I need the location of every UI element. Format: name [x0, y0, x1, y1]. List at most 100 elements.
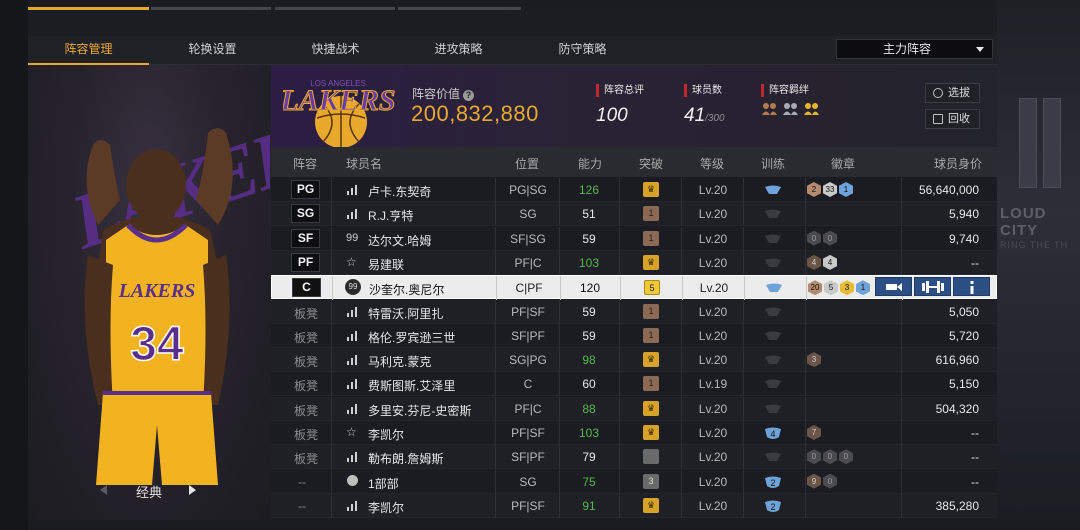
bond-icons[interactable]: [761, 101, 820, 116]
table-row[interactable]: 板凳 多里安.芬尼-史密斯 PF|C 88 ♛ Lv.20 504,320: [271, 396, 997, 421]
player-count: 41/300: [684, 105, 725, 127]
badge-hexagon: 1: [839, 182, 853, 197]
table-row[interactable]: SG R.J.亨特 SG 51 1 Lv.20 5,940: [271, 202, 997, 227]
slot-position[interactable]: SF: [291, 228, 320, 248]
player-name[interactable]: 特雷沃.阿里扎: [368, 305, 443, 322]
stats-bars-icon: [347, 403, 357, 414]
breakthrough-badge: 1: [643, 230, 659, 246]
table-row[interactable]: SF 99 达尔文.哈姆 SF|SG 59 1 Lv.20 0 0 9,740: [271, 226, 997, 251]
column-divider: [331, 469, 332, 494]
team-logo-text: LAKERS: [283, 84, 395, 117]
player-name[interactable]: 易建联: [368, 256, 404, 273]
player-name[interactable]: 达尔文.哈姆: [368, 232, 431, 249]
lineup-value-label: 阵容价值?: [412, 85, 475, 102]
player-position: C: [523, 377, 533, 392]
recycle-icon: [933, 114, 943, 124]
prev-arrow-icon[interactable]: [100, 485, 107, 495]
training-icon: [764, 451, 782, 462]
stats-bars-icon: [347, 355, 357, 366]
table-row[interactable]: 板凳 ☆ 李凯尔 PF|SF 103 ♛ Lv.20 4 7 --: [271, 421, 997, 445]
tab-quick-tactics[interactable]: 快捷战术: [275, 36, 396, 65]
player-ability: 126: [578, 183, 600, 197]
player-name[interactable]: 沙奎尔.奥尼尔: [369, 281, 444, 298]
lineup-bond-label: 阵容羁绊: [761, 84, 820, 97]
player-name[interactable]: 李凯尔: [368, 499, 404, 516]
table-row[interactable]: C 99 沙奎尔.奥尼尔 C|PF 120 5 Lv.20 20 5 3 1: [271, 275, 997, 301]
select-button[interactable]: 选拔: [925, 83, 980, 103]
col-training[interactable]: 训练: [761, 155, 785, 172]
table-row[interactable]: PG 卢卡.东契奇 PG|SG 126 ♛ Lv.20 2 33 1 56,640,000: [271, 178, 997, 202]
table-row[interactable]: 板凳 马利克.蒙克 SG|PG 98 ♛ Lv.20 3 616,960: [271, 348, 997, 373]
chevron-down-icon: [976, 47, 984, 52]
col-position[interactable]: 位置: [515, 155, 539, 172]
train-player-button[interactable]: [914, 277, 951, 297]
column-divider: [681, 421, 682, 445]
badge-hexagon: 33: [823, 182, 837, 197]
slot-position[interactable]: PG: [291, 180, 320, 199]
player-name[interactable]: R.J.亨特: [368, 207, 413, 224]
player-info-button[interactable]: [953, 277, 990, 297]
player-name[interactable]: 格伦.罗宾逊三世: [368, 329, 455, 346]
tab-lineup-management[interactable]: 阵容管理: [28, 36, 149, 65]
table-row[interactable]: 板凳 特雷沃.阿里扎 PF|SF 59 1 Lv.20 5,050: [271, 299, 997, 324]
player-name[interactable]: 卢卡.东契奇: [368, 183, 431, 200]
table-row[interactable]: -- 1部部 SG 75 3 Lv.20 2 9 0 --: [271, 469, 997, 494]
breakthrough-badge: [643, 449, 659, 465]
player-name[interactable]: 勒布朗.詹姆斯: [368, 450, 443, 467]
slot-position[interactable]: PF: [291, 252, 320, 272]
player-name[interactable]: 费斯图斯.艾泽里: [368, 377, 455, 394]
column-divider: [331, 348, 332, 373]
player-count-label: 球员数: [684, 84, 725, 97]
lineup-value: 200,832,880: [411, 101, 539, 126]
player-name[interactable]: 多里安.芬尼-史密斯: [368, 402, 471, 419]
col-breakthrough[interactable]: 突破: [639, 155, 663, 172]
card-tier-icon: 99: [345, 279, 361, 296]
column-divider: [681, 178, 682, 202]
tab-offense-strategy[interactable]: 进攻策略: [398, 36, 519, 65]
slot-label: 板凳: [294, 428, 319, 442]
slot-position[interactable]: C: [292, 278, 321, 298]
player-name[interactable]: 马利克.蒙克: [368, 353, 431, 370]
col-slot[interactable]: 阵容: [293, 155, 317, 172]
help-icon[interactable]: ?: [463, 90, 475, 101]
player-level: Lv.20: [699, 281, 729, 296]
table-row[interactable]: PF ☆ 易建联 PF|C 103 ♛ Lv.20 4 4 --: [271, 250, 997, 275]
training-shield-icon: 2: [764, 500, 782, 512]
column-divider: [805, 299, 806, 324]
table-row[interactable]: 板凳 格伦.罗宾逊三世 SF|PF 59 1 Lv.20 5,720: [271, 323, 997, 348]
col-badges[interactable]: 徽章: [831, 155, 855, 172]
dumbbell-icon: [921, 281, 944, 294]
recycle-button[interactable]: 回收: [925, 109, 980, 129]
player-name[interactable]: 1部部: [368, 475, 399, 492]
tab-rotation-settings[interactable]: 轮换设置: [152, 36, 273, 65]
col-ability[interactable]: 能力: [578, 155, 602, 172]
col-level[interactable]: 等级: [700, 155, 724, 172]
tab-defense-strategy[interactable]: 防守策略: [522, 36, 643, 65]
table-row[interactable]: -- 李凯尔 PF|SF 91 ♛ Lv.20 2 385,280: [271, 493, 997, 518]
col-player-name[interactable]: 球员名: [346, 155, 382, 172]
slot-label: --: [298, 498, 306, 513]
page-indicator-active: [28, 7, 149, 10]
roster-table: 阵容 球员名 位置 能力 突破 等级 训练 徽章 球员身价 PG 卢卡.东契奇 PG…: [271, 147, 997, 520]
table-row[interactable]: 板凳 费斯图斯.艾泽里 C 60 1 Lv.19 5,150: [271, 372, 997, 397]
next-arrow-icon[interactable]: [189, 485, 196, 495]
column-divider: [681, 226, 682, 251]
player-ability: 59: [582, 328, 596, 343]
column-divider: [805, 226, 806, 251]
team-logo: LOS ANGELES LAKERS: [283, 79, 395, 148]
column-divider: [331, 323, 332, 348]
column-divider: [332, 276, 333, 301]
table-row[interactable]: 板凳 勒布朗.詹姆斯 SF|PF 79 Lv.20 0 0 0 --: [271, 445, 997, 470]
player-value: 9,740: [948, 231, 979, 246]
player-name[interactable]: 李凯尔: [368, 426, 404, 443]
column-divider: [681, 372, 682, 397]
col-player-value[interactable]: 球员身价: [934, 155, 982, 172]
swap-player-button[interactable]: [875, 277, 912, 297]
player-position: SG: [519, 207, 537, 222]
column-divider: [743, 348, 744, 373]
player-value: 56,640,000: [918, 183, 979, 197]
card-style-label: 经典: [136, 485, 163, 500]
badge-hexagon: 0: [839, 449, 853, 465]
slot-position[interactable]: SG: [291, 204, 320, 224]
lineup-dropdown[interactable]: 主力阵容: [836, 39, 993, 59]
